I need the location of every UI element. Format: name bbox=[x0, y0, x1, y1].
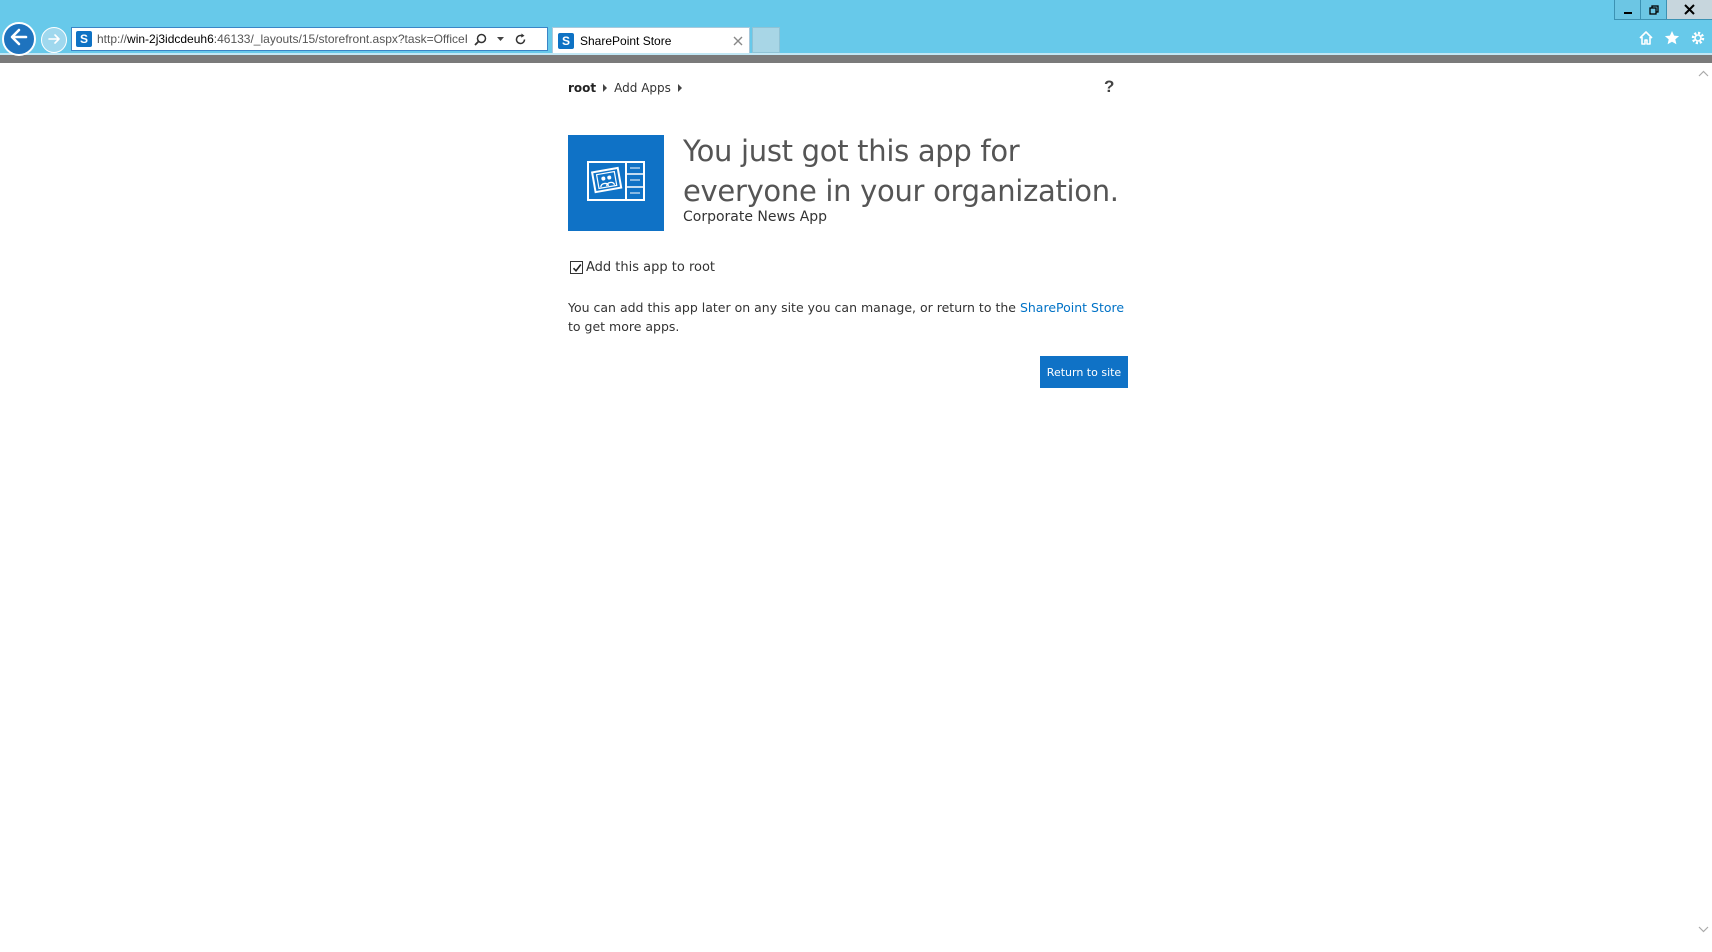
sharepoint-favicon-icon: S bbox=[76, 31, 92, 47]
app-name: Corporate News App bbox=[683, 209, 828, 225]
refresh-icon[interactable] bbox=[511, 30, 529, 48]
info-text-before: You can add this app later on any site y… bbox=[568, 300, 1020, 315]
add-app-checkbox-label: Add this app to root bbox=[586, 260, 716, 275]
tab-sharepoint-store[interactable]: S SharePoint Store bbox=[552, 27, 750, 53]
add-app-checkbox[interactable] bbox=[570, 261, 583, 274]
url-host: win-2j3idcdeuh6 bbox=[127, 32, 214, 46]
breadcrumb-add-apps-link[interactable]: Add Apps bbox=[614, 81, 671, 95]
sharepoint-favicon-icon: S bbox=[558, 32, 574, 49]
restore-icon bbox=[1648, 0, 1659, 19]
breadcrumb-arrow-icon bbox=[677, 84, 682, 92]
add-app-checkbox-row[interactable]: Add this app to root bbox=[570, 260, 715, 275]
toolbar-border bbox=[0, 55, 1712, 63]
info-text-after: to get more apps. bbox=[568, 319, 680, 334]
breadcrumb-arrow-icon bbox=[603, 84, 608, 92]
url-text[interactable]: http://win-2j3idcdeuh6:46133/_layouts/15… bbox=[97, 32, 467, 46]
news-app-icon bbox=[585, 158, 647, 208]
close-window-button[interactable] bbox=[1666, 0, 1712, 20]
url-path: :46133/_layouts/15/storefront.aspx?task=… bbox=[213, 32, 467, 46]
restore-button[interactable] bbox=[1640, 0, 1666, 20]
page-title: You just got this app for everyone in yo… bbox=[683, 134, 1119, 208]
chevron-down-icon[interactable] bbox=[491, 30, 509, 48]
minimize-button[interactable] bbox=[1614, 0, 1640, 20]
new-tab-button[interactable] bbox=[752, 27, 780, 53]
back-button[interactable] bbox=[2, 22, 36, 56]
return-to-site-button[interactable]: Return to site bbox=[1040, 356, 1128, 388]
vertical-scrollbar[interactable] bbox=[1694, 63, 1712, 952]
minimize-icon bbox=[1623, 0, 1633, 19]
search-icon[interactable] bbox=[471, 30, 489, 48]
gear-icon[interactable] bbox=[1688, 28, 1708, 48]
address-bar[interactable]: S http://win-2j3idcdeuh6:46133/_layouts/… bbox=[71, 27, 548, 51]
breadcrumb: root Add Apps bbox=[568, 81, 689, 95]
star-icon[interactable] bbox=[1662, 28, 1682, 48]
forward-button[interactable] bbox=[41, 27, 67, 53]
tab-title: SharePoint Store bbox=[580, 33, 672, 48]
chevron-up-icon[interactable] bbox=[1697, 67, 1709, 79]
arrow-right-icon bbox=[47, 31, 61, 50]
info-text: You can add this app later on any site y… bbox=[568, 298, 1128, 336]
sharepoint-store-link[interactable]: SharePoint Store bbox=[1020, 300, 1124, 315]
breadcrumb-root-link[interactable]: root bbox=[568, 81, 596, 95]
close-icon[interactable] bbox=[729, 32, 747, 50]
app-tile bbox=[568, 135, 664, 231]
help-icon[interactable]: ? bbox=[1104, 77, 1114, 97]
arrow-left-icon bbox=[9, 27, 29, 51]
chevron-down-icon[interactable] bbox=[1697, 923, 1709, 935]
close-icon bbox=[1684, 0, 1695, 19]
url-prefix: http:// bbox=[97, 32, 128, 46]
home-icon[interactable] bbox=[1636, 28, 1656, 48]
